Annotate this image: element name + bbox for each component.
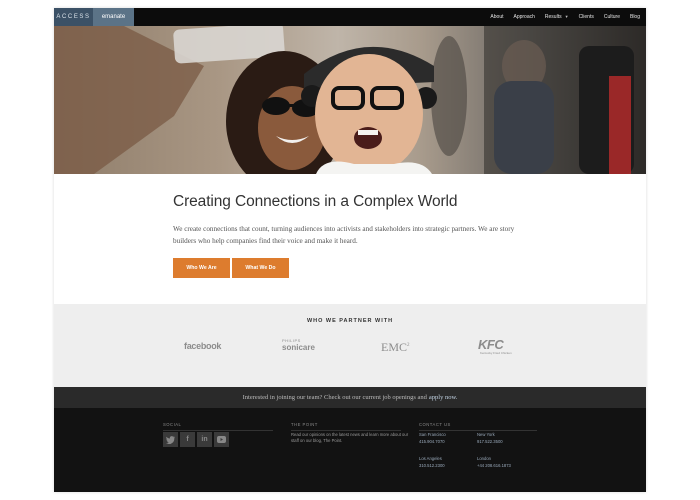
who-we-are-button[interactable]: Who We Are — [173, 258, 230, 278]
website-frame: ACCESS emanate About Approach Results ▼ C… — [54, 8, 646, 492]
top-navigation-bar: ACCESS emanate About Approach Results ▼ C… — [54, 8, 646, 26]
kfc-logo: KFC — [478, 337, 504, 352]
partners-section: WHO WE PARTNER WITH facebook PHILIPS son… — [54, 304, 646, 387]
office-city-los-angeles: Los Angeles — [419, 456, 442, 461]
intro-description: We create connections that count, turnin… — [173, 225, 515, 245]
site-logo[interactable]: ACCESS emanate — [54, 8, 134, 26]
office-phone-new-york[interactable]: 917.522.3500 — [477, 439, 503, 444]
office-city-london: London — [477, 456, 491, 461]
twitter-icon[interactable] — [163, 432, 178, 447]
hero-image — [54, 26, 646, 174]
twitter-glyph — [166, 435, 175, 444]
youtube-icon[interactable] — [214, 432, 229, 447]
youtube-glyph — [217, 436, 226, 443]
office-city-new-york: New York — [477, 432, 495, 437]
nav-item-results[interactable]: Results ▼ — [545, 14, 569, 20]
what-we-do-button[interactable]: What We Do — [232, 258, 289, 278]
nav-item-about[interactable]: About — [490, 14, 503, 20]
nav-item-clients[interactable]: Clients — [579, 14, 594, 20]
office-phone-san-francisco[interactable]: 415.904.7070 — [419, 439, 445, 444]
intro-section: Creating Connections in a Complex World … — [173, 193, 533, 278]
kfc-logo-tagline: Kentucky Fried Chicken — [480, 351, 512, 355]
footer-contact-title: CONTACT US — [419, 422, 537, 431]
footer-point-description: Read our opinions on the latest news and… — [291, 432, 409, 443]
office-phone-london[interactable]: +44 208.616.1873 — [477, 463, 511, 468]
sonicare-logo: sonicare — [282, 343, 315, 352]
nav-item-results-label: Results — [544, 14, 562, 20]
nav-item-blog[interactable]: Blog — [630, 14, 640, 20]
nav-item-approach[interactable]: Approach — [514, 14, 535, 20]
linkedin-icon[interactable]: in — [197, 432, 212, 447]
emc-logo-superscript: 2 — [407, 343, 410, 348]
facebook-logo: facebook — [184, 341, 222, 351]
page-title: Creating Connections in a Complex World — [173, 193, 458, 210]
social-icons: f in — [163, 432, 229, 447]
office-phone-los-angeles[interactable]: 310.512.2300 — [419, 463, 445, 468]
emc-logo-text: EMC — [381, 340, 408, 354]
site-footer: SOCIAL f in THE POINT Read our opinions … — [54, 408, 646, 492]
intro-buttons: Who We Are What We Do — [173, 258, 533, 278]
careers-text: Interested in joining our team? Check ou… — [242, 394, 427, 401]
chevron-down-icon: ▼ — [564, 14, 569, 19]
logo-access-text: ACCESS — [54, 8, 93, 26]
office-city-san-francisco: San Francisco — [419, 432, 446, 437]
careers-banner: Interested in joining our team? Check ou… — [54, 387, 646, 408]
partners-heading: WHO WE PARTNER WITH — [306, 318, 394, 324]
main-nav: About Approach Results ▼ Clients Culture … — [490, 8, 640, 26]
hero-photo-illustration — [54, 26, 646, 174]
facebook-icon[interactable]: f — [180, 432, 195, 447]
emc-logo: EMC2 — [381, 340, 410, 355]
nav-item-culture[interactable]: Culture — [604, 14, 620, 20]
apply-now-link[interactable]: apply now. — [429, 394, 457, 401]
footer-social-title: SOCIAL — [163, 422, 273, 431]
logo-emanate-text: emanate — [93, 8, 134, 26]
footer-point-title: THE POINT — [291, 422, 401, 431]
